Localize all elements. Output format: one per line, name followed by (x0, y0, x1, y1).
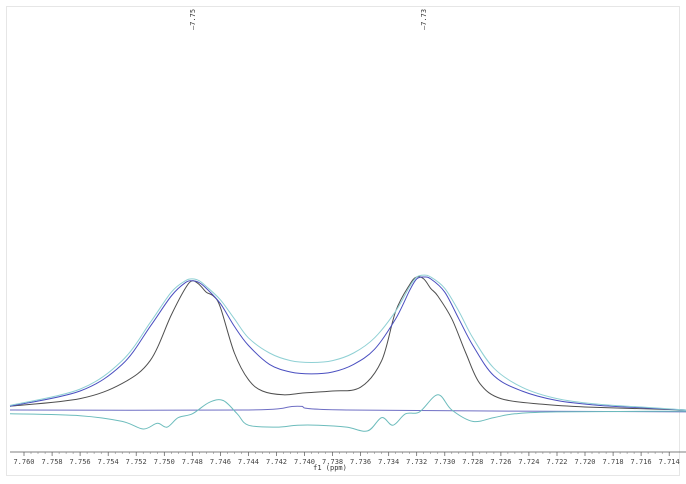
nmr-spectrum-chart: —7.75 —7.73 7.760 7.758 7.756 7.754 7.752 7.75… (9, 9, 686, 472)
x-tick-label: 7.718 (603, 458, 624, 466)
x-tick-label: 7.720 (574, 458, 595, 466)
x-tick-label: 7.716 (631, 458, 652, 466)
x-tick-label: 7.748 (182, 458, 203, 466)
series-line-1 (9, 276, 686, 411)
x-tick-label: 7.714 (659, 458, 680, 466)
x-tick-label: 7.750 (154, 458, 175, 466)
peak-label: —7.73 (420, 9, 428, 30)
nmr-spectrum-frame: —7.75 —7.73 7.760 7.758 7.756 7.754 7.752 7.75… (0, 0, 686, 484)
x-tick-label: 7.736 (350, 458, 371, 466)
x-tick-label: 7.760 (13, 458, 34, 466)
series-line-5 (9, 394, 686, 432)
x-axis-title: f1 (ppm) (313, 464, 347, 472)
x-tick-label: 7.746 (210, 458, 231, 466)
x-tick-label: 7.722 (546, 458, 567, 466)
x-tick-label: 7.742 (266, 458, 287, 466)
x-tick-label: 7.756 (70, 458, 91, 466)
x-tick-label: 7.724 (518, 458, 539, 466)
peak-labels-group: —7.75 —7.73 (189, 9, 428, 30)
peak-label: —7.75 (189, 9, 197, 30)
x-tick-label: 7.732 (406, 458, 427, 466)
x-tick-label: 7.754 (98, 458, 119, 466)
x-tick-label: 7.734 (378, 458, 399, 466)
series-line-3 (9, 274, 686, 411)
x-tick-label: 7.728 (462, 458, 483, 466)
x-tick-label: 7.744 (238, 458, 259, 466)
x-tick-label: 7.726 (490, 458, 511, 466)
x-tick-label: 7.758 (42, 458, 63, 466)
curves-group (9, 274, 686, 432)
x-tick-label: 7.740 (294, 458, 315, 466)
x-tick-label: 7.730 (434, 458, 455, 466)
x-tick-label: 7.752 (126, 458, 147, 466)
